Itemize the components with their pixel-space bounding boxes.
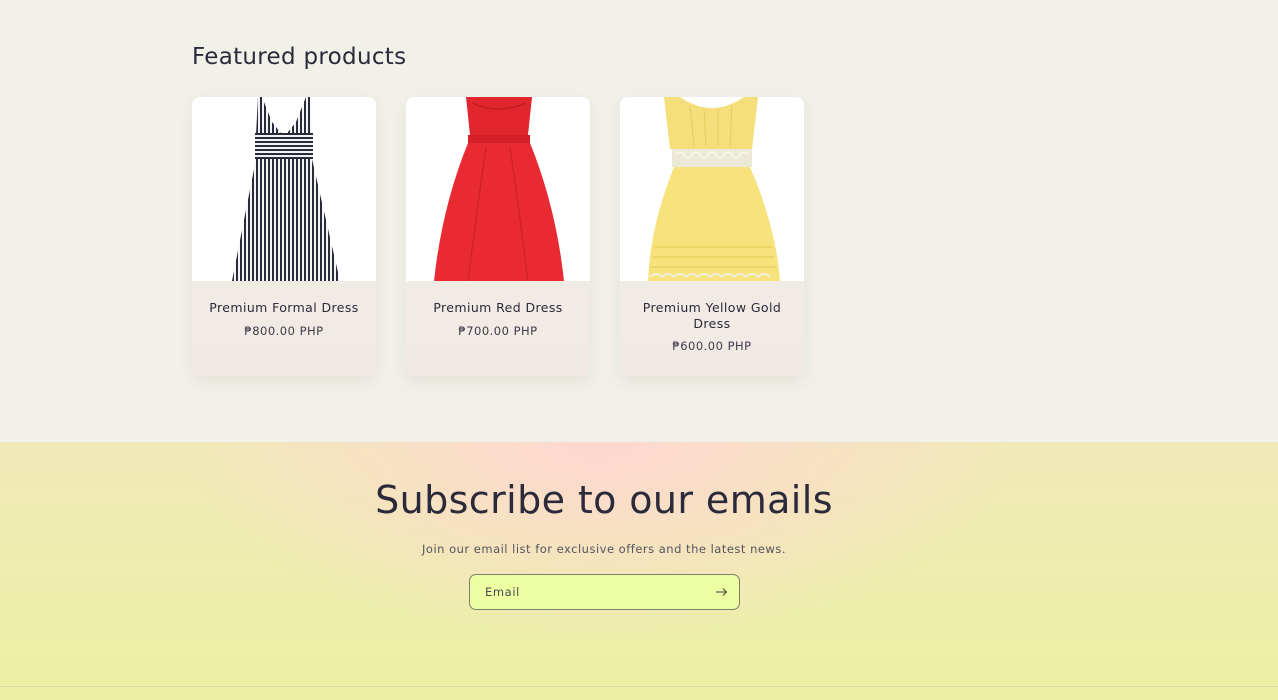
footer-divider [0,686,1278,687]
product-price: ₱800.00 PHP [244,324,324,338]
arrow-right-icon [716,588,728,596]
newsletter-section: Subscribe to our emails Join our email l… [0,442,1278,700]
subscribe-submit-button[interactable] [713,583,731,601]
striped-dress-image [232,97,340,281]
yellow-dress-image [648,97,780,281]
product-price: ₱700.00 PHP [458,324,538,338]
email-form [469,574,740,610]
product-title[interactable]: Premium Yellow Gold Dress [630,300,794,332]
product-card-red-dress[interactable]: Premium Red Dress ₱700.00 PHP [406,97,590,376]
email-input[interactable] [470,575,710,609]
product-image[interactable] [406,97,590,281]
product-image[interactable] [192,97,376,281]
product-card-yellow-dress[interactable]: Premium Yellow Gold Dress ₱600.00 PHP [620,97,804,376]
newsletter-title: Subscribe to our emails [375,478,833,522]
featured-products-section: Featured products Premium Formal Dress ₱… [0,0,1278,442]
newsletter-subtitle: Join our email list for exclusive offers… [422,542,786,556]
red-dress-image [434,97,564,281]
product-price: ₱600.00 PHP [672,339,752,353]
section-title: Featured products [192,44,407,70]
product-title[interactable]: Premium Formal Dress [202,300,366,316]
product-title[interactable]: Premium Red Dress [416,300,580,316]
product-image[interactable] [620,97,804,281]
product-card-formal-dress[interactable]: Premium Formal Dress ₱800.00 PHP [192,97,376,376]
